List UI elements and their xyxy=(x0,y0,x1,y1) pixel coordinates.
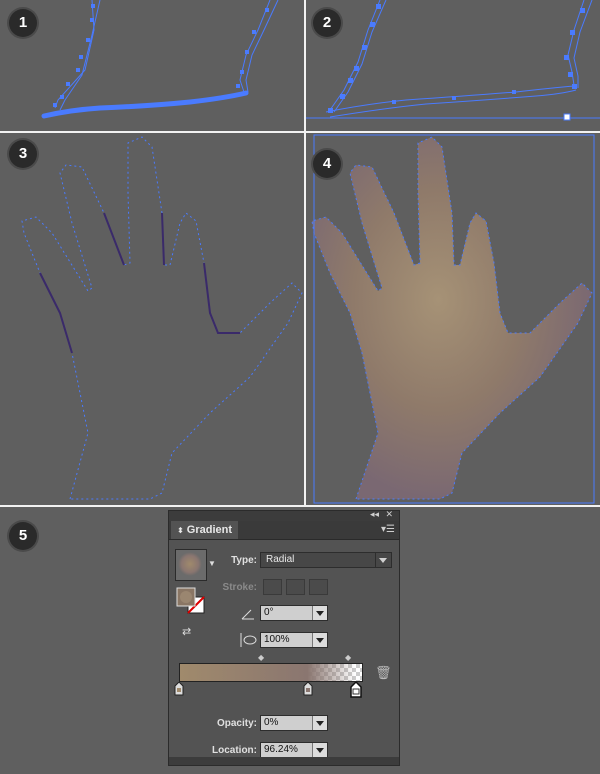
opacity-field[interactable]: 0% xyxy=(260,715,328,731)
step-badge: 4 xyxy=(313,150,341,178)
hand-outline xyxy=(21,136,303,500)
midpoint-diamond[interactable]: ◆ xyxy=(258,653,264,662)
midpoint-diamond[interactable]: ◆ xyxy=(345,653,351,662)
aspect-ratio-icon xyxy=(240,633,257,647)
vertical-divider xyxy=(304,0,306,507)
type-label: Type: xyxy=(231,555,257,566)
gradient-stop[interactable] xyxy=(303,682,313,696)
radial-swatch-icon xyxy=(178,552,202,576)
close-icon[interactable]: ✕ xyxy=(385,509,393,520)
step-badge: 3 xyxy=(9,140,37,168)
chevron-down-icon xyxy=(375,553,391,567)
gradient-swatch[interactable] xyxy=(175,549,207,581)
horizontal-divider xyxy=(0,505,600,507)
hand-gradient-fill xyxy=(311,134,595,504)
chevron-down-icon xyxy=(312,743,327,757)
step-2-panel: 2 xyxy=(306,0,600,131)
panel-menu-icon[interactable]: ▾☰ xyxy=(381,524,395,535)
gradient-slider[interactable] xyxy=(179,663,363,682)
step-badge: 2 xyxy=(313,9,341,37)
aspect-value: 100% xyxy=(264,634,290,645)
aspect-ratio-field[interactable]: 100% xyxy=(260,632,328,648)
tab-gradient[interactable]: ⬍ Gradient xyxy=(171,521,238,539)
stroke-along-button[interactable] xyxy=(286,579,305,595)
step-badge: 1 xyxy=(9,9,37,37)
step-4-panel: 4 xyxy=(306,133,600,505)
path-drawing-2 xyxy=(306,0,600,121)
panel-tab-bar: ⬍ Gradient ▾☰ xyxy=(169,521,399,540)
gradient-stop-selected[interactable] xyxy=(350,682,362,698)
location-field[interactable]: 96.24% xyxy=(260,742,328,758)
location-label: Location: xyxy=(212,745,257,756)
angle-value: 0° xyxy=(264,607,274,618)
trash-icon[interactable]: 🗑 xyxy=(375,665,392,681)
angle-field[interactable]: 0° xyxy=(260,605,328,621)
step-1-panel: 1 xyxy=(0,0,304,131)
step-badge: 5 xyxy=(9,522,37,550)
chevron-down-icon xyxy=(312,606,327,620)
panel-resize-bar[interactable] xyxy=(169,757,399,765)
type-value: Radial xyxy=(266,554,295,565)
horizontal-divider xyxy=(0,131,600,133)
reverse-gradient-icon[interactable]: ⇄ xyxy=(182,625,191,638)
location-value: 96.24% xyxy=(264,744,298,755)
chevron-down-icon xyxy=(312,633,327,647)
tab-label: Gradient xyxy=(186,524,232,536)
stroke-label: Stroke: xyxy=(222,582,257,593)
angle-icon xyxy=(241,609,254,620)
step-5-panel: 5 ◂◂ ✕ ⬍ Gradient ▾☰ ▼ Type: Radial Stro… xyxy=(0,507,600,774)
double-chevron-icon[interactable]: ◂◂ xyxy=(370,509,379,520)
gradient-stop[interactable] xyxy=(174,682,184,696)
stroke-across-button[interactable] xyxy=(309,579,328,595)
opacity-label: Opacity: xyxy=(216,718,257,729)
panel-title-bar[interactable]: ◂◂ ✕ xyxy=(169,509,399,521)
stroke-within-button[interactable] xyxy=(263,579,282,595)
chevron-down-icon xyxy=(312,716,327,730)
type-dropdown[interactable]: Radial xyxy=(260,552,392,568)
path-drawing-1 xyxy=(41,0,279,119)
tab-arrows-icon: ⬍ xyxy=(177,526,184,535)
opacity-value: 0% xyxy=(264,717,279,728)
step-3-panel: 3 xyxy=(0,133,304,505)
fill-stroke-icon[interactable] xyxy=(176,587,208,615)
gradient-panel: ◂◂ ✕ ⬍ Gradient ▾☰ ▼ Type: Radial Stroke… xyxy=(168,509,400,766)
